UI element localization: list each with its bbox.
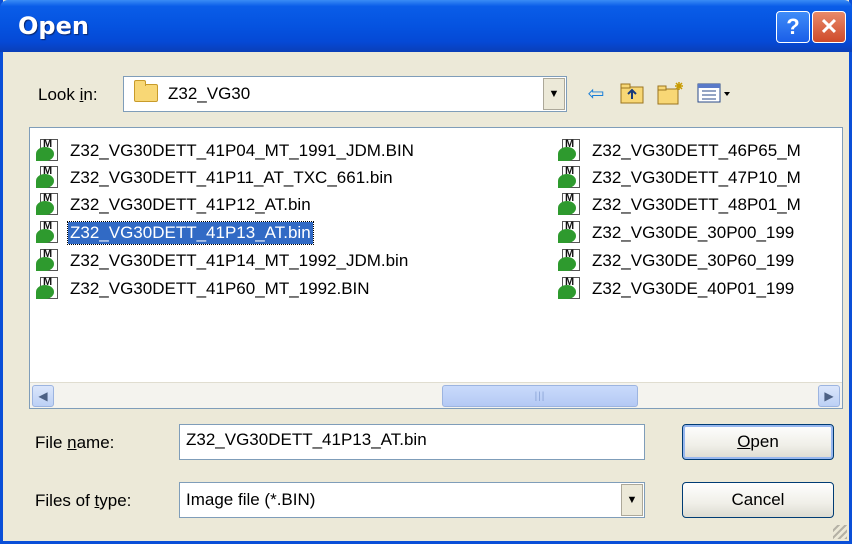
look-in-dropdown[interactable]: Z32_VG30 ▼: [123, 76, 567, 112]
file-item[interactable]: M Z32_VG30DETT_41P11_AT_TXC_661.bin: [36, 165, 395, 191]
file-item[interactable]: M Z32_VG30DETT_41P60_MT_1992.BIN: [36, 276, 372, 302]
new-folder-icon[interactable]: [655, 80, 687, 106]
bin-file-icon: M: [558, 248, 586, 273]
bin-file-icon: M: [36, 192, 64, 217]
file-item[interactable]: M Z32_VG30DETT_41P04_MT_1991_JDM.BIN: [36, 138, 416, 164]
bin-file-icon: M: [558, 276, 586, 301]
bin-file-icon: M: [36, 248, 64, 273]
file-item[interactable]: M Z32_VG30DETT_41P14_MT_1992_JDM.bin: [36, 248, 410, 274]
cancel-button[interactable]: Cancel: [682, 482, 834, 518]
file-item[interactable]: M Z32_VG30DETT_47P10_M: [558, 165, 803, 191]
file-item[interactable]: M Z32_VG30DETT_48P01_M: [558, 192, 803, 218]
bin-file-icon: M: [36, 138, 64, 163]
close-button[interactable]: ✕: [812, 11, 846, 43]
scroll-left-button[interactable]: ◀: [32, 385, 54, 407]
arrow-right-icon: ▶: [824, 389, 834, 403]
open-dialog: Open ? ✕ Look in: Z32_VG30 ▼ ⇦ M Z32_VG30…: [0, 0, 852, 544]
resize-grip[interactable]: [833, 525, 847, 539]
up-folder-icon[interactable]: [617, 80, 647, 106]
file-item[interactable]: M Z32_VG30DE_40P01_199: [558, 276, 796, 302]
file-name-text: Z32_VG30DETT_41P60_MT_1992.BIN: [70, 279, 370, 298]
bin-file-icon: M: [36, 165, 64, 190]
file-item[interactable]: M Z32_VG30DE_30P60_199: [558, 248, 796, 274]
dialog-title: Open: [18, 12, 89, 40]
bin-file-icon: M: [558, 138, 586, 163]
help-button[interactable]: ?: [776, 11, 810, 43]
grip-icon: |||: [534, 390, 546, 402]
file-item[interactable]: M Z32_VG30DETT_46P65_M: [558, 138, 803, 164]
file-name-label: File name:: [35, 433, 115, 452]
file-name-text: Z32_VG30DETT_41P14_MT_1992_JDM.bin: [70, 251, 409, 270]
scroll-right-button[interactable]: ▶: [818, 385, 840, 407]
open-button[interactable]: Open: [682, 424, 834, 460]
bin-file-icon: M: [36, 220, 64, 245]
file-item[interactable]: M Z32_VG30DETT_41P13_AT.bin: [36, 220, 314, 246]
file-name-text: Z32_VG30DETT_46P65_M: [592, 141, 801, 160]
file-name-text: Z32_VG30DE_40P01_199: [592, 279, 795, 298]
file-item[interactable]: M Z32_VG30DETT_41P12_AT.bin: [36, 192, 313, 218]
file-name-text: Z32_VG30DETT_41P04_MT_1991_JDM.BIN: [70, 141, 414, 160]
bin-file-icon: M: [36, 276, 64, 301]
file-name-text: Z32_VG30DETT_41P13_AT.bin: [67, 221, 314, 245]
look-in-folder-name: Z32_VG30: [168, 84, 251, 103]
horizontal-scrollbar[interactable]: ◀ ||| ▶: [30, 382, 842, 408]
files-of-type-value: Image file (*.BIN): [186, 490, 316, 509]
scrollbar-thumb[interactable]: |||: [442, 385, 638, 407]
back-arrow-icon[interactable]: ⇦: [581, 80, 611, 106]
bin-file-icon: M: [558, 165, 586, 190]
help-icon: ?: [786, 14, 800, 39]
file-name-text: Z32_VG30DETT_48P01_M: [592, 195, 801, 214]
folder-icon: [134, 80, 158, 102]
file-list[interactable]: M Z32_VG30DETT_41P04_MT_1991_JDM.BIN M Z32_…: [29, 127, 843, 409]
chevron-down-icon[interactable]: ▼: [543, 78, 565, 110]
file-item[interactable]: M Z32_VG30DE_30P00_199: [558, 220, 796, 246]
file-name-input[interactable]: Z32_VG30DETT_41P13_AT.bin: [179, 424, 645, 460]
files-of-type-dropdown[interactable]: Image file (*.BIN) ▼: [179, 482, 645, 518]
bin-file-icon: M: [558, 220, 586, 245]
look-in-label: Look in:: [38, 85, 98, 104]
close-icon: ✕: [819, 14, 839, 39]
view-menu-icon[interactable]: [695, 80, 735, 106]
file-name-text: Z32_VG30DETT_41P12_AT.bin: [70, 195, 311, 214]
file-name-text: Z32_VG30DETT_47P10_M: [592, 168, 801, 187]
chevron-down-icon[interactable]: ▼: [621, 484, 643, 516]
file-name-text: Z32_VG30DETT_41P11_AT_TXC_661.bin: [70, 168, 393, 187]
file-name-text: Z32_VG30DE_30P00_199: [592, 223, 795, 242]
file-name-text: Z32_VG30DE_30P60_199: [592, 251, 795, 270]
files-of-type-label: Files of type:: [35, 491, 132, 510]
bin-file-icon: M: [558, 192, 586, 217]
title-bar: Open ? ✕: [0, 0, 852, 52]
arrow-left-icon: ◀: [38, 389, 48, 403]
